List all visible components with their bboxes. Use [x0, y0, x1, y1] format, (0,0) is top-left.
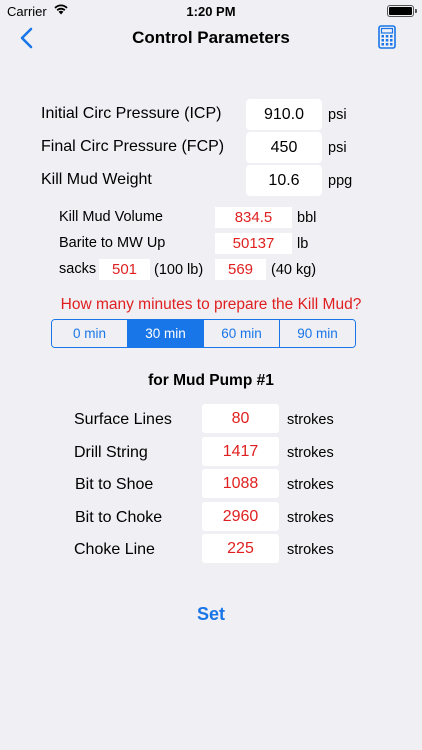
- icp-unit: psi: [328, 107, 347, 123]
- fcp-label: Final Circ Pressure (FCP): [41, 138, 225, 155]
- choke-line-value: 225: [202, 534, 279, 563]
- kill-mud-weight-label: Kill Mud Weight: [41, 171, 152, 188]
- bit-to-shoe-unit: strokes: [287, 477, 334, 493]
- mud-pump-title: for Mud Pump #1: [148, 372, 274, 389]
- barite-unit: lb: [297, 236, 309, 252]
- page-title: Control Parameters: [132, 28, 290, 47]
- barite-value: 50137: [215, 233, 292, 254]
- navigation-bar: Control Parameters: [0, 22, 422, 66]
- drill-string-value: 1417: [202, 437, 279, 466]
- sacks-40kg-value: 569: [215, 259, 266, 280]
- drill-string-unit: strokes: [287, 445, 334, 461]
- choke-line-label: Choke Line: [74, 541, 155, 558]
- status-bar: Carrier 1:20 PM: [0, 0, 422, 22]
- set-button[interactable]: Set: [0, 604, 422, 625]
- status-time: 1:20 PM: [186, 4, 236, 19]
- prep-option-0-min[interactable]: 0 min: [52, 320, 128, 347]
- kill-mud-weight-input[interactable]: 10.6: [246, 165, 322, 196]
- fcp-unit: psi: [328, 140, 347, 156]
- surface-lines-value: 80: [202, 404, 279, 433]
- prep-option-90-min[interactable]: 90 min: [280, 320, 355, 347]
- kill-mud-weight-unit: ppg: [328, 173, 353, 189]
- prep-option-60-min[interactable]: 60 min: [204, 320, 280, 347]
- sacks-label: sacks: [59, 261, 97, 277]
- drill-string-label: Drill String: [74, 444, 148, 461]
- prep-option-30-min[interactable]: 30 min: [128, 320, 204, 347]
- bit-to-choke-value: 2960: [202, 502, 279, 531]
- surface-lines-unit: strokes: [287, 412, 334, 428]
- sacks-40kg-unit: (40 kg): [271, 262, 317, 278]
- bit-to-shoe-value: 1088: [202, 469, 279, 498]
- surface-lines-label: Surface Lines: [74, 411, 172, 428]
- kill-mud-volume-unit: bbl: [297, 210, 317, 226]
- sacks-100lb-value: 501: [99, 259, 150, 280]
- prep-time-segmented-control: 0 min 30 min 60 min 90 min: [51, 319, 356, 348]
- prep-time-question: How many minutes to prepare the Kill Mud…: [60, 296, 362, 313]
- icp-input[interactable]: 910.0: [246, 99, 322, 130]
- icp-label: Initial Circ Pressure (ICP): [41, 105, 222, 122]
- sacks-100lb-unit: (100 lb): [154, 262, 204, 278]
- fcp-input[interactable]: 450: [246, 132, 322, 163]
- barite-label: Barite to MW Up: [59, 235, 166, 251]
- bit-to-choke-label: Bit to Choke: [75, 509, 163, 526]
- calculator-icon[interactable]: [378, 25, 396, 49]
- battery-icon: [387, 5, 417, 17]
- bit-to-shoe-label: Bit to Shoe: [75, 476, 154, 493]
- kill-mud-volume-label: Kill Mud Volume: [59, 209, 163, 225]
- choke-line-unit: strokes: [287, 542, 334, 558]
- bit-to-choke-unit: strokes: [287, 510, 334, 526]
- kill-mud-volume-value: 834.5: [215, 207, 292, 228]
